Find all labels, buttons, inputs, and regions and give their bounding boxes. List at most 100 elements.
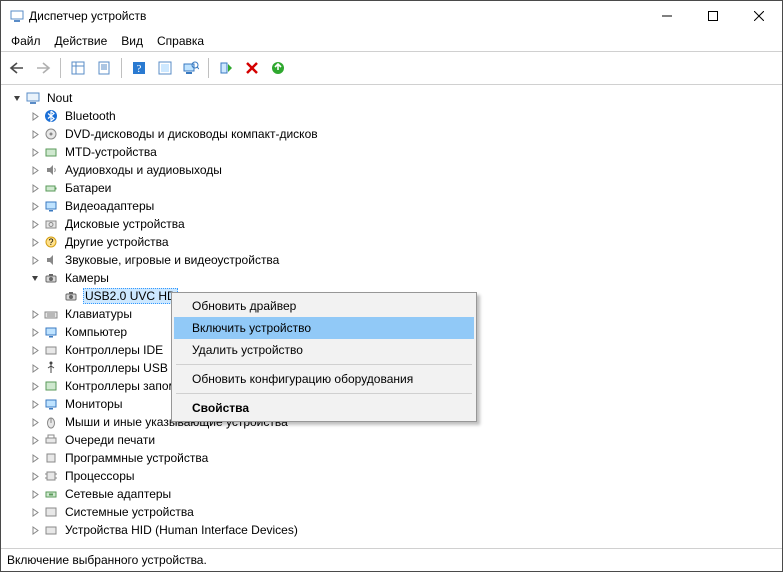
collapse-icon[interactable] (11, 92, 23, 104)
scan-hardware-button[interactable] (179, 56, 203, 80)
device-tree[interactable]: Nout Bluetooth DVD-дисководы и дисководы… (1, 85, 782, 548)
tree-item[interactable]: Системные устройства (7, 503, 782, 521)
toolbar-separator (60, 58, 61, 78)
tree-item[interactable]: Устройства HID (Human Interface Devices) (7, 521, 782, 539)
monitor-icon (43, 396, 59, 412)
help-button[interactable]: ? (127, 56, 151, 80)
menu-help[interactable]: Справка (157, 34, 204, 48)
maximize-button[interactable] (690, 1, 736, 31)
properties-button[interactable] (92, 56, 116, 80)
expand-icon[interactable] (29, 308, 41, 320)
context-update-driver[interactable]: Обновить драйвер (174, 295, 474, 317)
tree-item-label: Компьютер (63, 325, 129, 339)
tree-item[interactable]: Аудиовходы и аудиовыходы (7, 161, 782, 179)
toolbar-separator (121, 58, 122, 78)
tree-item-label: MTD-устройства (63, 145, 159, 159)
expand-icon[interactable] (29, 236, 41, 248)
expand-icon[interactable] (29, 344, 41, 356)
network-adapter-icon (43, 486, 59, 502)
context-separator (176, 393, 472, 394)
expand-placeholder (49, 290, 61, 302)
display-adapter-icon (43, 198, 59, 214)
status-text: Включение выбранного устройства. (7, 553, 207, 567)
expand-icon[interactable] (29, 362, 41, 374)
svg-text:?: ? (137, 63, 142, 75)
expand-icon[interactable] (29, 254, 41, 266)
expand-icon[interactable] (29, 488, 41, 500)
context-item-label: Обновить конфигурацию оборудования (192, 372, 413, 386)
expand-icon[interactable] (29, 110, 41, 122)
expand-icon[interactable] (29, 146, 41, 158)
expand-icon[interactable] (29, 164, 41, 176)
keyboard-icon (43, 306, 59, 322)
tree-item-label: Системные устройства (63, 505, 196, 519)
tree-item[interactable]: DVD-дисководы и дисководы компакт-дисков (7, 125, 782, 143)
menu-file[interactable]: Файл (11, 34, 41, 48)
print-queue-icon (43, 432, 59, 448)
expand-icon[interactable] (29, 182, 41, 194)
tree-item-label: Аудиовходы и аудиовыходы (63, 163, 224, 177)
tree-item-label: USB2.0 UVC HD (83, 288, 178, 304)
battery-icon (43, 180, 59, 196)
uninstall-device-button[interactable] (240, 56, 264, 80)
other-devices-icon: ? (43, 234, 59, 250)
forward-button[interactable] (31, 56, 55, 80)
context-uninstall-device[interactable]: Удалить устройство (174, 339, 474, 361)
collapse-icon[interactable] (29, 272, 41, 284)
tree-item[interactable]: Звуковые, игровые и видеоустройства (7, 251, 782, 269)
tree-item[interactable]: Дисковые устройства (7, 215, 782, 233)
expand-icon[interactable] (29, 524, 41, 536)
minimize-button[interactable] (644, 1, 690, 31)
tree-item[interactable]: Батареи (7, 179, 782, 197)
show-hide-tree-button[interactable] (66, 56, 90, 80)
tree-item-label: Другие устройства (63, 235, 171, 249)
context-separator (176, 364, 472, 365)
tree-item-cameras[interactable]: Камеры (7, 269, 782, 287)
tree-item-label: Программные устройства (63, 451, 210, 465)
close-button[interactable] (736, 1, 782, 31)
tree-item-label: Устройства HID (Human Interface Devices) (63, 523, 300, 537)
expand-icon[interactable] (29, 416, 41, 428)
tree-item-label: Звуковые, игровые и видеоустройства (63, 253, 281, 267)
tree-item[interactable]: Программные устройства (7, 449, 782, 467)
menu-view[interactable]: Вид (121, 34, 143, 48)
tree-item[interactable]: ? Другие устройства (7, 233, 782, 251)
back-button[interactable] (5, 56, 29, 80)
expand-icon[interactable] (29, 434, 41, 446)
expand-icon[interactable] (29, 326, 41, 338)
show-hidden-button[interactable] (153, 56, 177, 80)
expand-icon[interactable] (29, 470, 41, 482)
tree-item[interactable]: MTD-устройства (7, 143, 782, 161)
tree-root[interactable]: Nout (7, 89, 782, 107)
context-item-label: Свойства (192, 401, 249, 415)
menu-action[interactable]: Действие (55, 34, 108, 48)
expand-icon[interactable] (29, 452, 41, 464)
expand-icon[interactable] (29, 506, 41, 518)
tree-item[interactable]: Процессоры (7, 467, 782, 485)
context-enable-device[interactable]: Включить устройство (174, 317, 474, 339)
tree-item[interactable]: Видеоадаптеры (7, 197, 782, 215)
expand-icon[interactable] (29, 398, 41, 410)
tree-item-label: Батареи (63, 181, 113, 195)
tree-item[interactable]: Bluetooth (7, 107, 782, 125)
update-driver-button[interactable] (266, 56, 290, 80)
tree-item[interactable]: Сетевые адаптеры (7, 485, 782, 503)
window-title: Диспетчер устройств (29, 9, 644, 23)
expand-icon[interactable] (29, 200, 41, 212)
tree-item-label: Камеры (63, 271, 111, 285)
tree-root-label: Nout (45, 91, 74, 105)
expand-icon[interactable] (29, 380, 41, 392)
enable-device-button[interactable] (214, 56, 238, 80)
tree-item[interactable]: Очереди печати (7, 431, 782, 449)
context-item-label: Удалить устройство (192, 343, 303, 357)
processor-icon (43, 468, 59, 484)
context-scan-hardware[interactable]: Обновить конфигурацию оборудования (174, 368, 474, 390)
tree-item-label: Мониторы (63, 397, 124, 411)
toolbar: ? (1, 52, 782, 85)
context-properties[interactable]: Свойства (174, 397, 474, 419)
computer-icon (25, 90, 41, 106)
expand-icon[interactable] (29, 218, 41, 230)
context-item-label: Обновить драйвер (192, 299, 296, 313)
expand-icon[interactable] (29, 128, 41, 140)
context-menu: Обновить драйвер Включить устройство Уда… (171, 292, 477, 422)
